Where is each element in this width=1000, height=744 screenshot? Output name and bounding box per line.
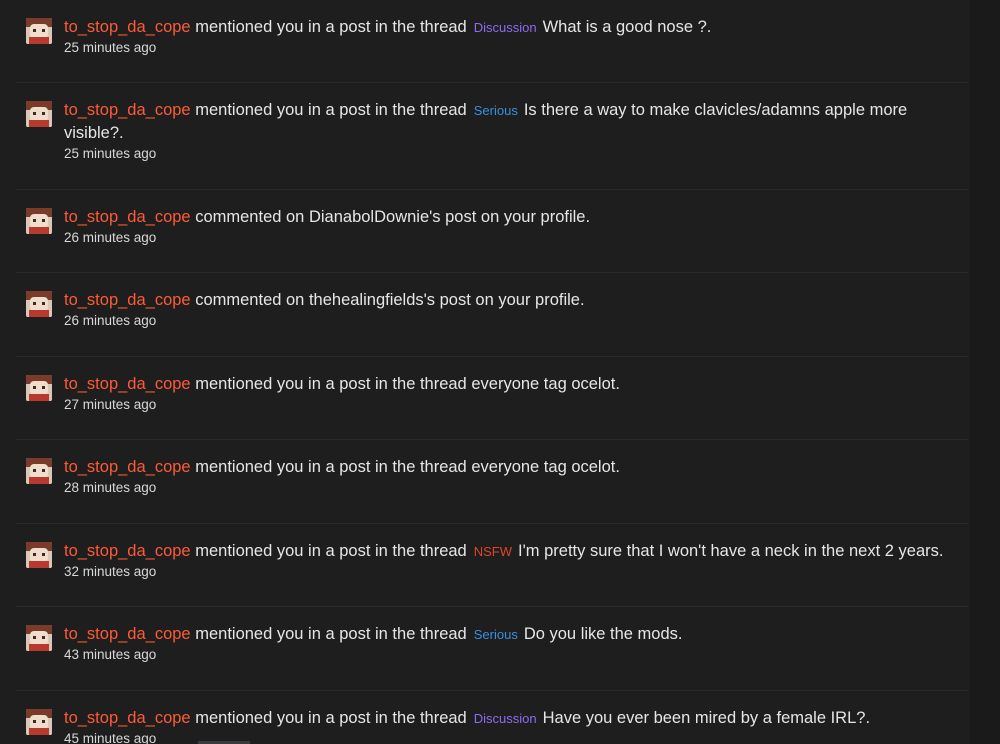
- notification-text: to_stop_da_cope mentioned you in a post …: [64, 16, 954, 39]
- timestamp: 27 minutes ago: [64, 397, 157, 412]
- username-link[interactable]: to_stop_da_cope: [64, 458, 191, 476]
- notification-text: to_stop_da_cope commented on DianabolDow…: [64, 206, 954, 229]
- action-text: mentioned you in a post in the thread: [195, 18, 467, 36]
- notification-item[interactable]: to_stop_da_cope mentioned you in a post …: [16, 524, 968, 607]
- avatar[interactable]: [26, 709, 52, 735]
- timestamp: 25 minutes ago: [64, 146, 157, 161]
- action-text: mentioned you in a post in the thread: [195, 375, 467, 393]
- thread-prefix-tag[interactable]: Serious: [474, 103, 518, 118]
- thread-title-link[interactable]: everyone tag ocelot.: [471, 458, 620, 476]
- thread-title-link[interactable]: everyone tag ocelot.: [471, 375, 620, 393]
- username-link[interactable]: to_stop_da_cope: [64, 208, 191, 226]
- notification-list: to_stop_da_cope mentioned you in a post …: [16, 0, 968, 744]
- avatar[interactable]: [26, 542, 52, 568]
- notification-text: to_stop_da_cope commented on thehealingf…: [64, 289, 954, 312]
- notification-text: to_stop_da_cope mentioned you in a post …: [64, 623, 954, 646]
- notification-text: to_stop_da_cope mentioned you in a post …: [64, 707, 954, 730]
- avatar[interactable]: [26, 625, 52, 651]
- username-link[interactable]: to_stop_da_cope: [64, 625, 191, 643]
- avatar[interactable]: [26, 458, 52, 484]
- notification-item[interactable]: to_stop_da_cope mentioned you in a post …: [16, 607, 968, 691]
- notification-item[interactable]: to_stop_da_cope mentioned you in a post …: [16, 0, 968, 83]
- username-link[interactable]: to_stop_da_cope: [64, 375, 191, 393]
- suffix-text: on your profile.: [480, 208, 591, 226]
- notification-text: to_stop_da_cope mentioned you in a post …: [64, 373, 954, 396]
- thread-title-link[interactable]: I'm pretty sure that I won't have a neck…: [518, 542, 943, 560]
- notification-item[interactable]: to_stop_da_cope mentioned you in a post …: [16, 691, 968, 744]
- anime-character-avatar-icon: [26, 458, 52, 484]
- anime-character-avatar-icon: [26, 542, 52, 568]
- notification-page: to_stop_da_cope mentioned you in a post …: [0, 0, 1000, 744]
- thread-prefix-tag[interactable]: Discussion: [474, 20, 537, 35]
- notification-text: to_stop_da_cope mentioned you in a post …: [64, 456, 954, 479]
- username-link[interactable]: to_stop_da_cope: [64, 101, 191, 119]
- action-text: mentioned you in a post in the thread: [195, 542, 467, 560]
- timestamp: 26 minutes ago: [64, 313, 157, 328]
- thread-title-link[interactable]: Do you like the mods.: [524, 625, 683, 643]
- notification-item[interactable]: to_stop_da_cope commented on DianabolDow…: [16, 190, 968, 273]
- notification-text: to_stop_da_cope mentioned you in a post …: [64, 99, 954, 145]
- action-text: mentioned you in a post in the thread: [195, 458, 467, 476]
- avatar[interactable]: [26, 375, 52, 401]
- notification-item[interactable]: to_stop_da_cope mentioned you in a post …: [16, 440, 968, 524]
- timestamp: 43 minutes ago: [64, 647, 157, 662]
- notification-text: to_stop_da_cope mentioned you in a post …: [64, 540, 954, 563]
- timestamp: 32 minutes ago: [64, 564, 157, 579]
- right-gutter: [970, 0, 1000, 744]
- anime-character-avatar-icon: [26, 208, 52, 234]
- profile-post-link[interactable]: thehealingfields's post: [309, 291, 471, 309]
- action-text: mentioned you in a post in the thread: [195, 101, 467, 119]
- timestamp: 28 minutes ago: [64, 480, 157, 495]
- avatar[interactable]: [26, 291, 52, 317]
- suffix-text: on your profile.: [475, 291, 585, 309]
- action-text: commented on: [195, 208, 305, 226]
- action-text: commented on: [195, 291, 305, 309]
- thread-title-link[interactable]: Have you ever been mired by a female IRL…: [543, 709, 870, 727]
- thread-prefix-tag[interactable]: NSFW: [474, 544, 512, 559]
- username-link[interactable]: to_stop_da_cope: [64, 18, 191, 36]
- username-link[interactable]: to_stop_da_cope: [64, 291, 191, 309]
- anime-character-avatar-icon: [26, 625, 52, 651]
- anime-character-avatar-icon: [26, 101, 52, 127]
- username-link[interactable]: to_stop_da_cope: [64, 709, 191, 727]
- thread-prefix-tag[interactable]: Serious: [474, 627, 518, 642]
- notification-item[interactable]: to_stop_da_cope mentioned you in a post …: [16, 357, 968, 440]
- anime-character-avatar-icon: [26, 291, 52, 317]
- avatar[interactable]: [26, 208, 52, 234]
- anime-character-avatar-icon: [26, 375, 52, 401]
- notification-item[interactable]: to_stop_da_cope mentioned you in a post …: [16, 83, 968, 190]
- avatar[interactable]: [26, 18, 52, 44]
- timestamp: 26 minutes ago: [64, 230, 157, 245]
- timestamp: 25 minutes ago: [64, 40, 157, 55]
- username-link[interactable]: to_stop_da_cope: [64, 542, 191, 560]
- thread-title-link[interactable]: What is a good nose ?.: [543, 18, 712, 36]
- action-text: mentioned you in a post in the thread: [195, 709, 467, 727]
- avatar[interactable]: [26, 101, 52, 127]
- action-text: mentioned you in a post in the thread: [195, 625, 467, 643]
- notification-item[interactable]: to_stop_da_cope commented on thehealingf…: [16, 273, 968, 357]
- anime-character-avatar-icon: [26, 18, 52, 44]
- anime-character-avatar-icon: [26, 709, 52, 735]
- thread-prefix-tag[interactable]: Discussion: [474, 711, 537, 726]
- profile-post-link[interactable]: DianabolDownie's post: [309, 208, 476, 226]
